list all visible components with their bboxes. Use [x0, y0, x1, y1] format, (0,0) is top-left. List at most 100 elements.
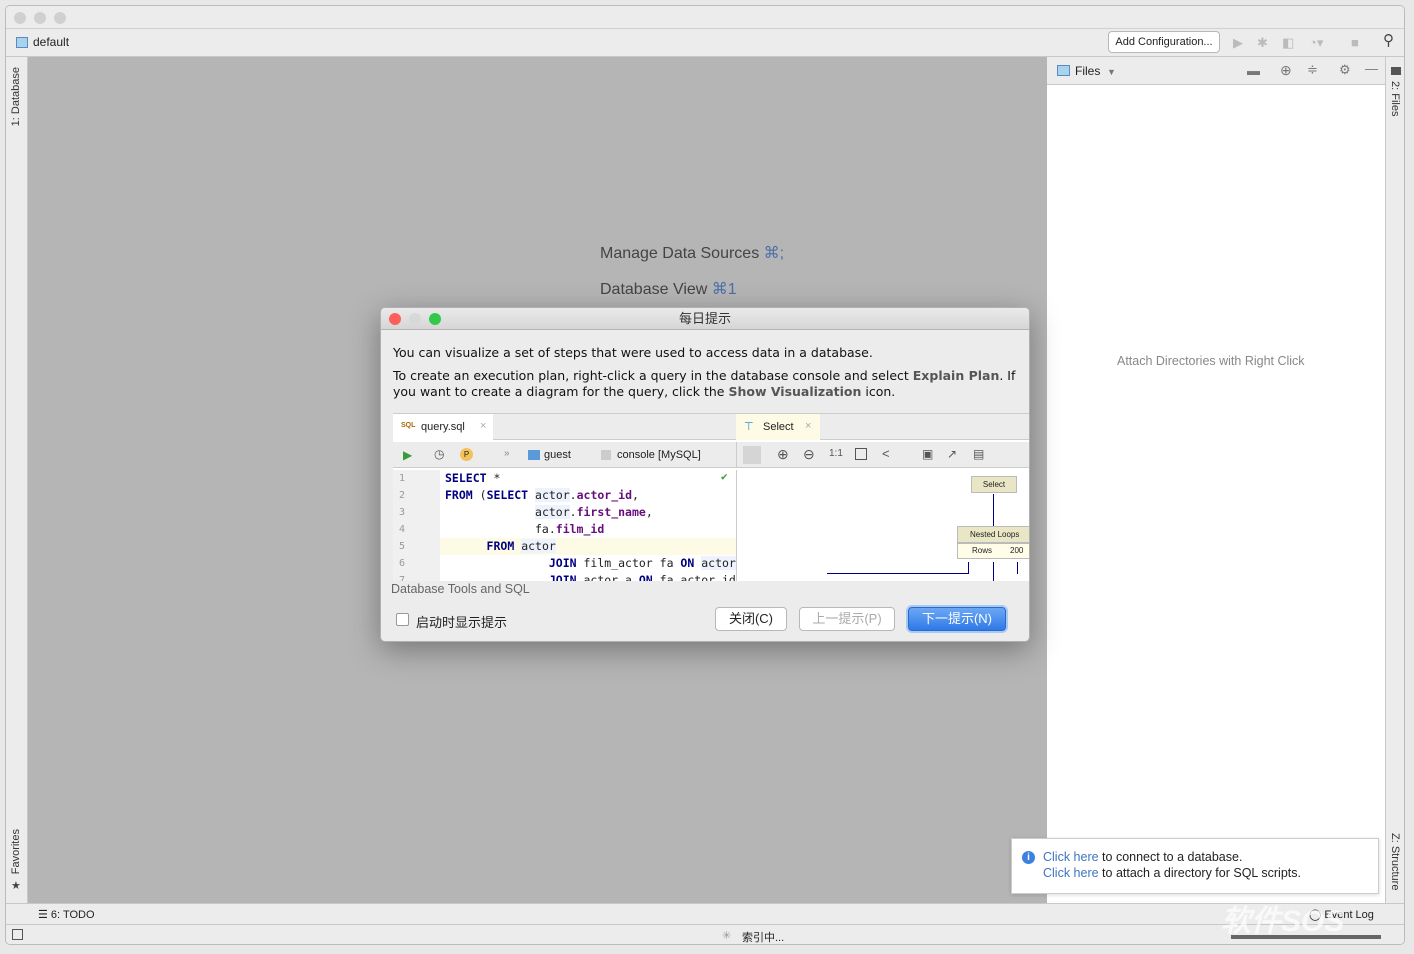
close-icon: ×: [805, 420, 812, 432]
close-button[interactable]: 关闭(C): [715, 607, 787, 631]
chevron-down-icon[interactable]: ▼: [1107, 65, 1116, 79]
edge: [993, 562, 994, 581]
folder-icon: [1391, 67, 1401, 75]
line-number: 7: [399, 575, 406, 581]
favorites-tool-tab[interactable]: Favorites: [10, 829, 22, 874]
show-on-startup-label[interactable]: 启动时显示提示: [416, 612, 507, 631]
add-configuration-button[interactable]: Add Configuration...: [1108, 31, 1220, 53]
title-bar: [6, 6, 1404, 29]
edge: [1017, 562, 1018, 574]
close-window-button[interactable]: [14, 12, 26, 24]
minimize-dialog-button: [409, 313, 421, 325]
minimize-window-button[interactable]: [34, 12, 46, 24]
more-icon: »: [504, 448, 510, 459]
next-tip-button[interactable]: 下一提示(N): [908, 607, 1006, 631]
schema-icon: [528, 450, 540, 460]
attach-directory-link[interactable]: Click here: [1043, 866, 1099, 880]
line-numbers: 1 2 3 4 5 6 7: [393, 470, 440, 581]
zoom-out-icon: ⊖: [803, 446, 815, 462]
line-number: 5: [399, 541, 406, 552]
profile-icon[interactable]: ◔▾: [1309, 36, 1323, 50]
tip-of-the-day-dialog: 每日提示 You can visualize a set of steps th…: [380, 307, 1030, 642]
minimize-icon[interactable]: —: [1365, 62, 1378, 76]
console-toolbar: ▶ ◷ P » guest console [MySQL]: [393, 442, 736, 468]
tip-category: Database Tools and SQL: [391, 582, 530, 596]
diagram-icon: ⊤: [744, 421, 754, 433]
print-icon: ▤: [973, 447, 985, 461]
line-number: 1: [399, 473, 406, 484]
debug-icon[interactable]: ✱: [1257, 36, 1268, 50]
gear-icon[interactable]: ⚙: [1339, 63, 1351, 77]
spinner-icon: ✳: [722, 930, 732, 942]
notification-text: to connect to a database.: [1098, 850, 1243, 864]
database-tool-tab[interactable]: 1: Database: [10, 67, 22, 126]
project-icon: [16, 37, 28, 48]
sql-code: SELECT * FROM (SELECT actor.actor_id, ac…: [445, 471, 736, 581]
watermark: 软件SOS: [1221, 905, 1345, 938]
left-tool-strip: 1: Database Favorites ★: [6, 57, 28, 903]
locate-icon[interactable]: ⊕: [1280, 63, 1292, 77]
actual-size-icon: 1:1: [829, 448, 843, 459]
right-tool-strip: 2: Files Z: Structure: [1385, 57, 1404, 903]
todo-tool-tab[interactable]: ☰ 6: TODO: [38, 908, 95, 921]
zoom-window-button[interactable]: [54, 12, 66, 24]
fit-icon: [855, 448, 867, 460]
run-icon: ▶: [403, 448, 413, 462]
hint-shortcut: ⌘1: [711, 281, 737, 298]
notification-line-1: Click here to connect to a database.: [1043, 850, 1242, 864]
tip-line-1: You can visualize a set of steps that we…: [393, 345, 873, 360]
run-icon[interactable]: ▶: [1233, 36, 1243, 50]
rows-label: Rows: [972, 546, 993, 555]
hint-label: Manage Data Sources: [600, 245, 760, 262]
hint-manage-data-sources: Manage Data Sources ⌘;: [600, 243, 784, 263]
stop-icon[interactable]: ■: [1351, 36, 1359, 50]
files-tool-tab[interactable]: 2: Files: [1389, 81, 1401, 116]
tab-query-sql: SQL query.sql ×: [393, 414, 493, 440]
node-nested-loops: Nested Loops: [957, 526, 1029, 543]
console-selector: console [MySQL]: [617, 449, 701, 461]
diagram-toolbar: ⊕ ⊖ 1:1 < ▣ ↗ ▤: [736, 442, 1029, 468]
connect-database-link[interactable]: Click here: [1043, 850, 1099, 864]
notification-balloon: i Click here to connect to a database. C…: [1011, 838, 1379, 894]
tab-select: ⊤ Select ×: [736, 414, 820, 440]
plan-diagram: Select Nested Loops Rows 200: [736, 470, 1029, 581]
show-visualization-term: Show Visualization: [728, 384, 862, 399]
files-panel-header: Files ▼ ▬ ⊕ ≑ ⚙ —: [1047, 57, 1385, 85]
folder-icon[interactable]: ▬: [1247, 64, 1260, 78]
search-icon[interactable]: ⚲: [1383, 33, 1394, 48]
files-icon: [1057, 65, 1070, 76]
history-icon: ◷: [434, 447, 445, 461]
todo-label: 6: TODO: [50, 909, 95, 921]
show-on-startup-checkbox[interactable]: [396, 613, 409, 626]
coverage-icon[interactable]: ◧: [1282, 36, 1294, 50]
line-number: 6: [399, 558, 406, 569]
node-rows: Rows 200: [957, 543, 1029, 559]
line-number: 3: [399, 507, 406, 518]
export-icon: ↗: [947, 447, 958, 461]
node-select: Select: [971, 476, 1017, 493]
hint-database-view: Database View ⌘1: [600, 279, 737, 299]
console-icon: [601, 450, 611, 460]
zoom-in-icon: ⊕: [777, 446, 789, 462]
status-bar: ✳ 索引中...: [6, 924, 1404, 944]
project-name[interactable]: default: [33, 35, 69, 49]
schema-selector: guest: [544, 449, 571, 461]
notification-line-2: Click here to attach a directory for SQL…: [1043, 866, 1301, 880]
tip-line-3: you want to create a diagram for the que…: [393, 384, 895, 400]
tip-text: To create an execution plan, right-click…: [393, 368, 913, 383]
indexing-status: 索引中...: [742, 932, 785, 944]
files-dropdown[interactable]: Files: [1075, 64, 1100, 78]
info-icon: i: [1022, 851, 1035, 864]
tx-icon: P: [460, 448, 473, 461]
files-empty-text: Attach Directories with Right Click: [1117, 354, 1305, 368]
toggle-tool-windows-icon[interactable]: [12, 929, 23, 940]
edge: [993, 494, 994, 526]
tab-label: query.sql: [421, 421, 465, 433]
zoom-dialog-button[interactable]: [429, 313, 441, 325]
collapse-icon[interactable]: ≑: [1307, 63, 1318, 77]
close-icon: ×: [480, 420, 487, 432]
close-dialog-button[interactable]: [389, 313, 401, 325]
structure-tool-tab[interactable]: Z: Structure: [1389, 833, 1401, 890]
tip-preview-image: SQL query.sql × ⊤ Select × ▶ ◷ P » guest…: [393, 413, 1029, 581]
hint-shortcut: ⌘;: [763, 245, 785, 262]
